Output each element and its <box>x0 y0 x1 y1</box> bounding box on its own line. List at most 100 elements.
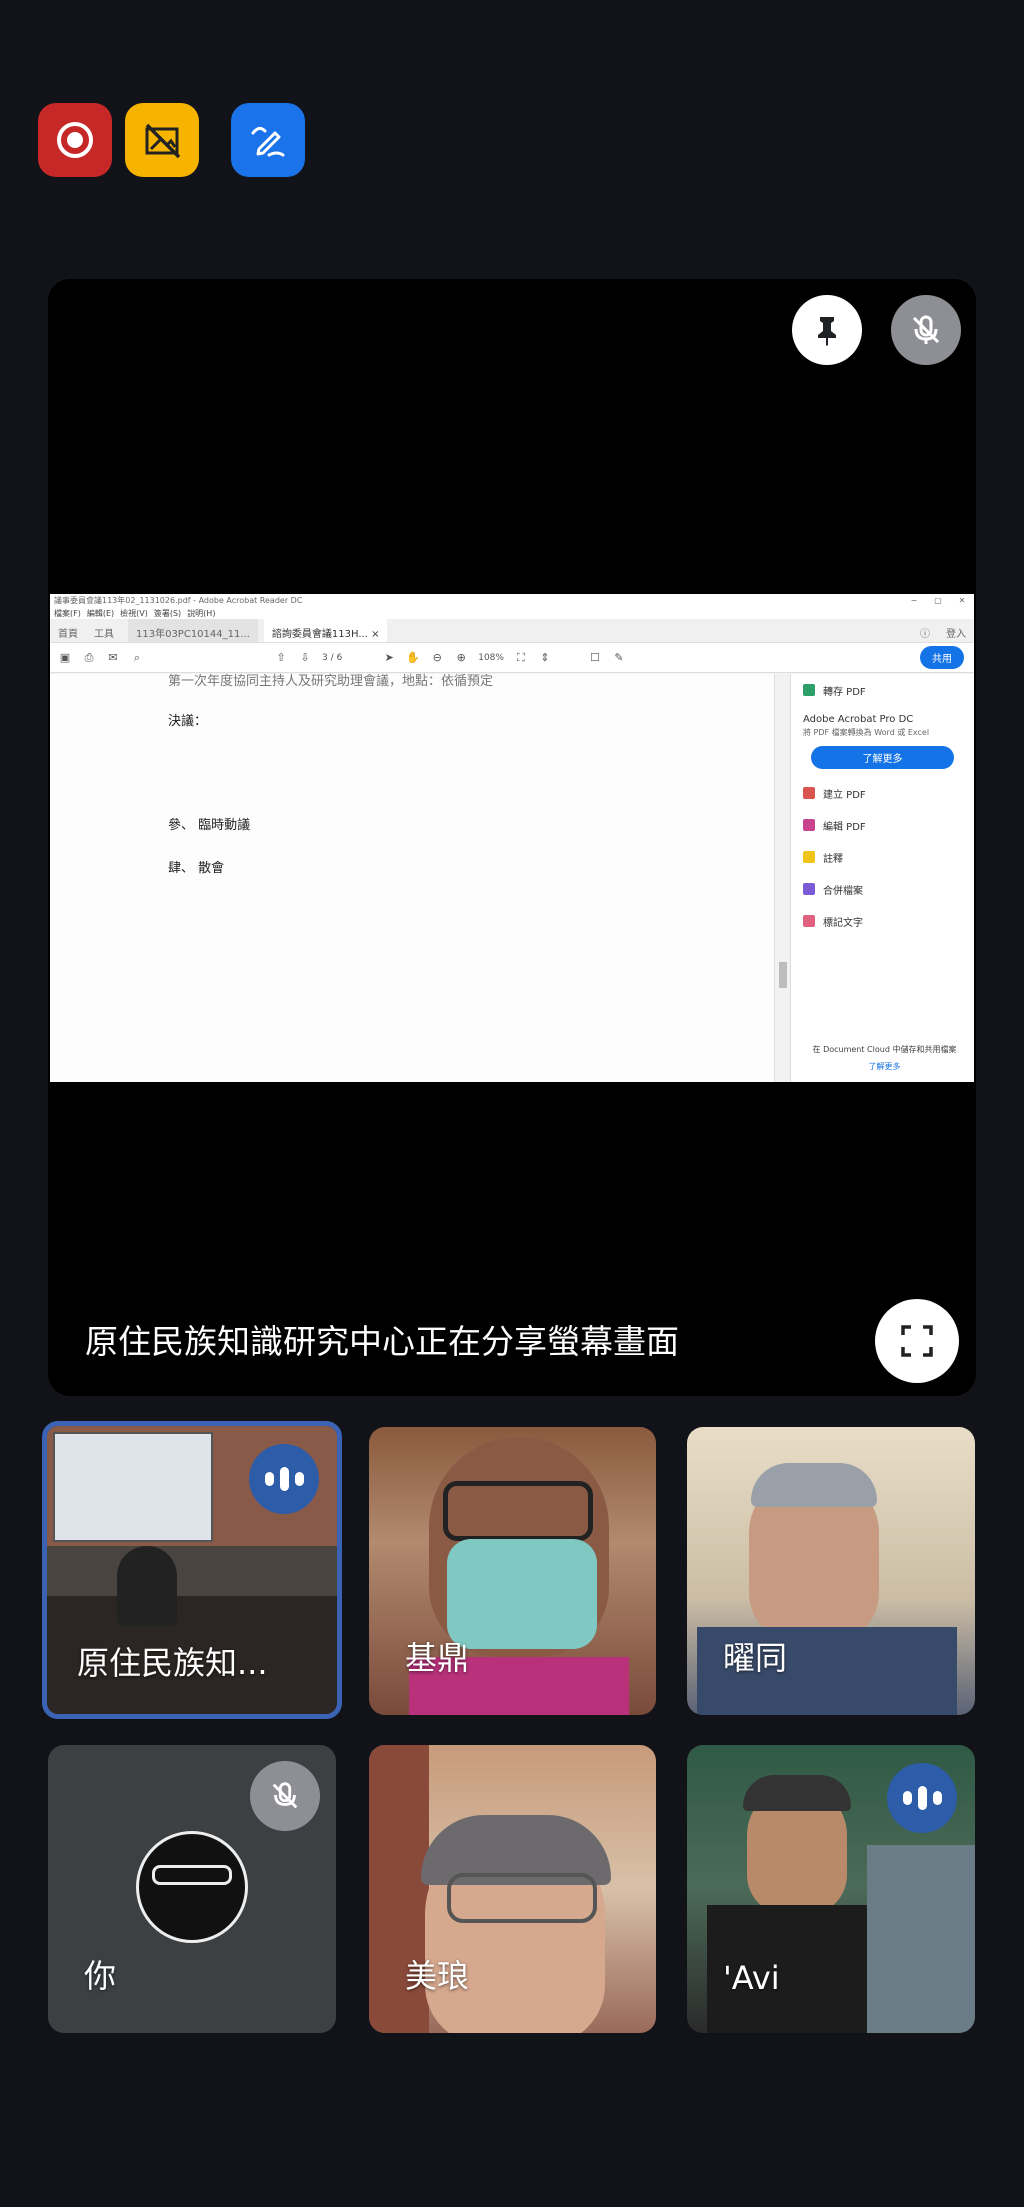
avatar <box>136 1831 248 1943</box>
screen-share-stage[interactable]: 議事委員會議113年02_1131026.pdf - Adobe Acrobat… <box>48 279 976 1396</box>
zoom-in-icon[interactable]: ⊕ <box>454 651 468 665</box>
create-pdf-label: 建立 PDF <box>823 789 866 801</box>
document-cloud-footer: 在 Document Cloud 中儲存和共用檔案 了解更多 <box>803 1044 966 1072</box>
hand-icon[interactable]: ✋ <box>406 651 420 665</box>
maximize-button[interactable]: ▢ <box>926 596 950 605</box>
export-pdf-tool[interactable]: 轉存 PDF <box>791 674 974 706</box>
participant-tile-yaotong[interactable]: 曜同 <box>687 1427 975 1715</box>
pin-icon <box>818 317 836 346</box>
close-button[interactable]: ✕ <box>950 596 974 605</box>
create-pdf-tool[interactable]: 建立 PDF <box>791 777 974 809</box>
annotate-pen-icon <box>251 126 285 157</box>
tab-home[interactable]: 首頁 <box>50 619 86 642</box>
page-up-icon[interactable]: ⇧ <box>274 651 288 665</box>
fullscreen-icon <box>901 1325 933 1357</box>
page-indicator[interactable]: 3 / 6 <box>322 653 342 663</box>
zoom-out-icon[interactable]: ⊖ <box>430 651 444 665</box>
minimize-button[interactable]: − <box>902 596 926 605</box>
mic-off-icon <box>912 315 940 344</box>
participant-name: 美琅 <box>405 1957 470 1995</box>
screen-share-caption: 原住民族知識研究中心正在分享螢幕畫面 <box>85 1322 679 1361</box>
muted-indicator <box>250 1761 320 1831</box>
tab-tools[interactable]: 工具 <box>86 619 122 642</box>
document-scrollbar[interactable] <box>774 674 790 1082</box>
participant-name: 曜同 <box>723 1639 788 1677</box>
combine-files-tool[interactable]: 合併檔案 <box>791 873 974 905</box>
tab-document-1[interactable]: 113年03PC10144_11... <box>128 619 258 642</box>
search-icon[interactable]: ⌕ <box>130 651 144 665</box>
tools-side-panel: 轉存 PDF Adobe Acrobat Pro DC 將 PDF 檔案轉換為 … <box>790 674 974 1082</box>
select-cursor-icon[interactable]: ➤ <box>382 651 396 665</box>
page-down-icon[interactable]: ⇩ <box>298 651 312 665</box>
highlight-icon <box>803 915 815 927</box>
save-icon[interactable]: ▣ <box>58 651 72 665</box>
participant-tile-avi[interactable]: 'Avi <box>687 1745 975 2033</box>
doc-line-partial: 第一次年度協同主持人及研究助理會議，地點：依循預定 <box>168 674 494 689</box>
tab-close-icon[interactable]: × <box>371 629 379 640</box>
signin-link[interactable]: 登入 <box>938 619 974 642</box>
highlight-tool[interactable]: 標記文字 <box>791 905 974 937</box>
doc-line-item4: 肆、 散會 <box>168 861 225 876</box>
document-page[interactable]: 第一次年度協同主持人及研究助理會議，地點：依循預定 決議： 參、 臨時動議 肆、… <box>50 674 774 1082</box>
record-button[interactable] <box>38 103 112 177</box>
pin-button[interactable] <box>792 295 862 365</box>
export-pdf-icon <box>803 684 815 696</box>
sign-pen-icon[interactable]: ✎ <box>612 651 626 665</box>
participant-tile-center[interactable]: 原住民族知... <box>42 1421 342 1719</box>
promo-title: Adobe Acrobat Pro DC <box>803 714 914 725</box>
edit-pdf-icon <box>803 819 815 831</box>
highlight-label: 標記文字 <box>823 917 863 929</box>
edit-pdf-label: 編輯 PDF <box>823 821 866 833</box>
pdf-title: 議事委員會議113年02_1131026.pdf - Adobe Acrobat… <box>54 596 303 605</box>
tab-document-2-label: 諮詢委員會議113H... <box>271 629 368 640</box>
menu-help[interactable]: 說明(H) <box>187 608 215 619</box>
pdf-toolbar: ▣ ⎙ ✉ ⌕ ⇧ ⇩ 3 / 6 ➤ ✋ ⊖ ⊕ 108% ⛶ ⇕ ☐ ✎ 共… <box>50 643 974 673</box>
create-pdf-icon <box>803 787 815 799</box>
fit-page-icon[interactable]: ⛶ <box>514 651 528 665</box>
doc-line-item3: 參、 臨時動議 <box>168 818 251 833</box>
footer-learn-more-link[interactable]: 了解更多 <box>803 1061 966 1072</box>
pdf-body: 第一次年度協同主持人及研究助理會議，地點：依循預定 決議： 參、 臨時動議 肆、… <box>50 674 974 1082</box>
print-icon[interactable]: ⎙ <box>82 651 96 665</box>
pdf-share-button[interactable]: 共用 <box>920 646 964 669</box>
combine-files-label: 合併檔案 <box>823 885 863 897</box>
menu-edit[interactable]: 編輯(E) <box>87 608 114 619</box>
tab-document-2[interactable]: 諮詢委員會議113H... × <box>263 619 388 642</box>
annotate-button[interactable] <box>231 103 305 177</box>
help-icon[interactable]: ⓘ <box>912 619 938 642</box>
menu-sign[interactable]: 簽署(S) <box>154 608 181 619</box>
promo-desc: 將 PDF 檔案轉換為 Word 或 Excel <box>803 728 930 737</box>
participant-name: 基鼎 <box>405 1639 470 1677</box>
participant-tile-you[interactable]: 你 <box>48 1745 336 2033</box>
pdf-tab-bar: 首頁 工具 113年03PC10144_11... 諮詢委員會議113H... … <box>50 619 974 643</box>
doc-line-resolution: 決議： <box>168 714 208 729</box>
participant-tile-meilang[interactable]: 美琅 <box>369 1745 656 2033</box>
menu-file[interactable]: 檔案(F) <box>54 608 81 619</box>
comment-tool[interactable]: 註釋 <box>791 841 974 873</box>
participant-name: 原住民族知... <box>77 1644 268 1682</box>
comment-tool-label: 註釋 <box>823 853 843 865</box>
camera-off-button[interactable] <box>125 103 199 177</box>
presenter-muted-indicator <box>891 295 961 365</box>
speaking-indicator <box>887 1763 957 1833</box>
speaking-indicator <box>249 1444 319 1514</box>
shared-pdf-window: 議事委員會議113年02_1131026.pdf - Adobe Acrobat… <box>50 594 974 1082</box>
export-pdf-label: 轉存 PDF <box>823 686 866 698</box>
email-icon[interactable]: ✉ <box>106 651 120 665</box>
scrollbar-thumb[interactable] <box>779 962 787 988</box>
scroll-mode-icon[interactable]: ⇕ <box>538 651 552 665</box>
zoom-level[interactable]: 108% <box>478 653 504 663</box>
participant-tile-jiding[interactable]: 基鼎 <box>369 1427 656 1715</box>
comment-icon[interactable]: ☐ <box>588 651 602 665</box>
footer-text: 在 Document Cloud 中儲存和共用檔案 <box>812 1045 957 1054</box>
fullscreen-button[interactable] <box>875 1299 959 1383</box>
pdf-menu-bar: 檔案(F) 編輯(E) 檢視(V) 簽署(S) 說明(H) <box>50 607 974 619</box>
comment-tool-icon <box>803 851 815 863</box>
combine-files-icon <box>803 883 815 895</box>
edit-pdf-tool[interactable]: 編輯 PDF <box>791 809 974 841</box>
pdf-title-bar: 議事委員會議113年02_1131026.pdf - Adobe Acrobat… <box>50 594 974 607</box>
participant-name: 'Avi <box>723 1959 780 1997</box>
learn-more-button[interactable]: 了解更多 <box>811 746 954 769</box>
participant-name: 你 <box>84 1957 117 1995</box>
menu-view[interactable]: 檢視(V) <box>120 608 148 619</box>
